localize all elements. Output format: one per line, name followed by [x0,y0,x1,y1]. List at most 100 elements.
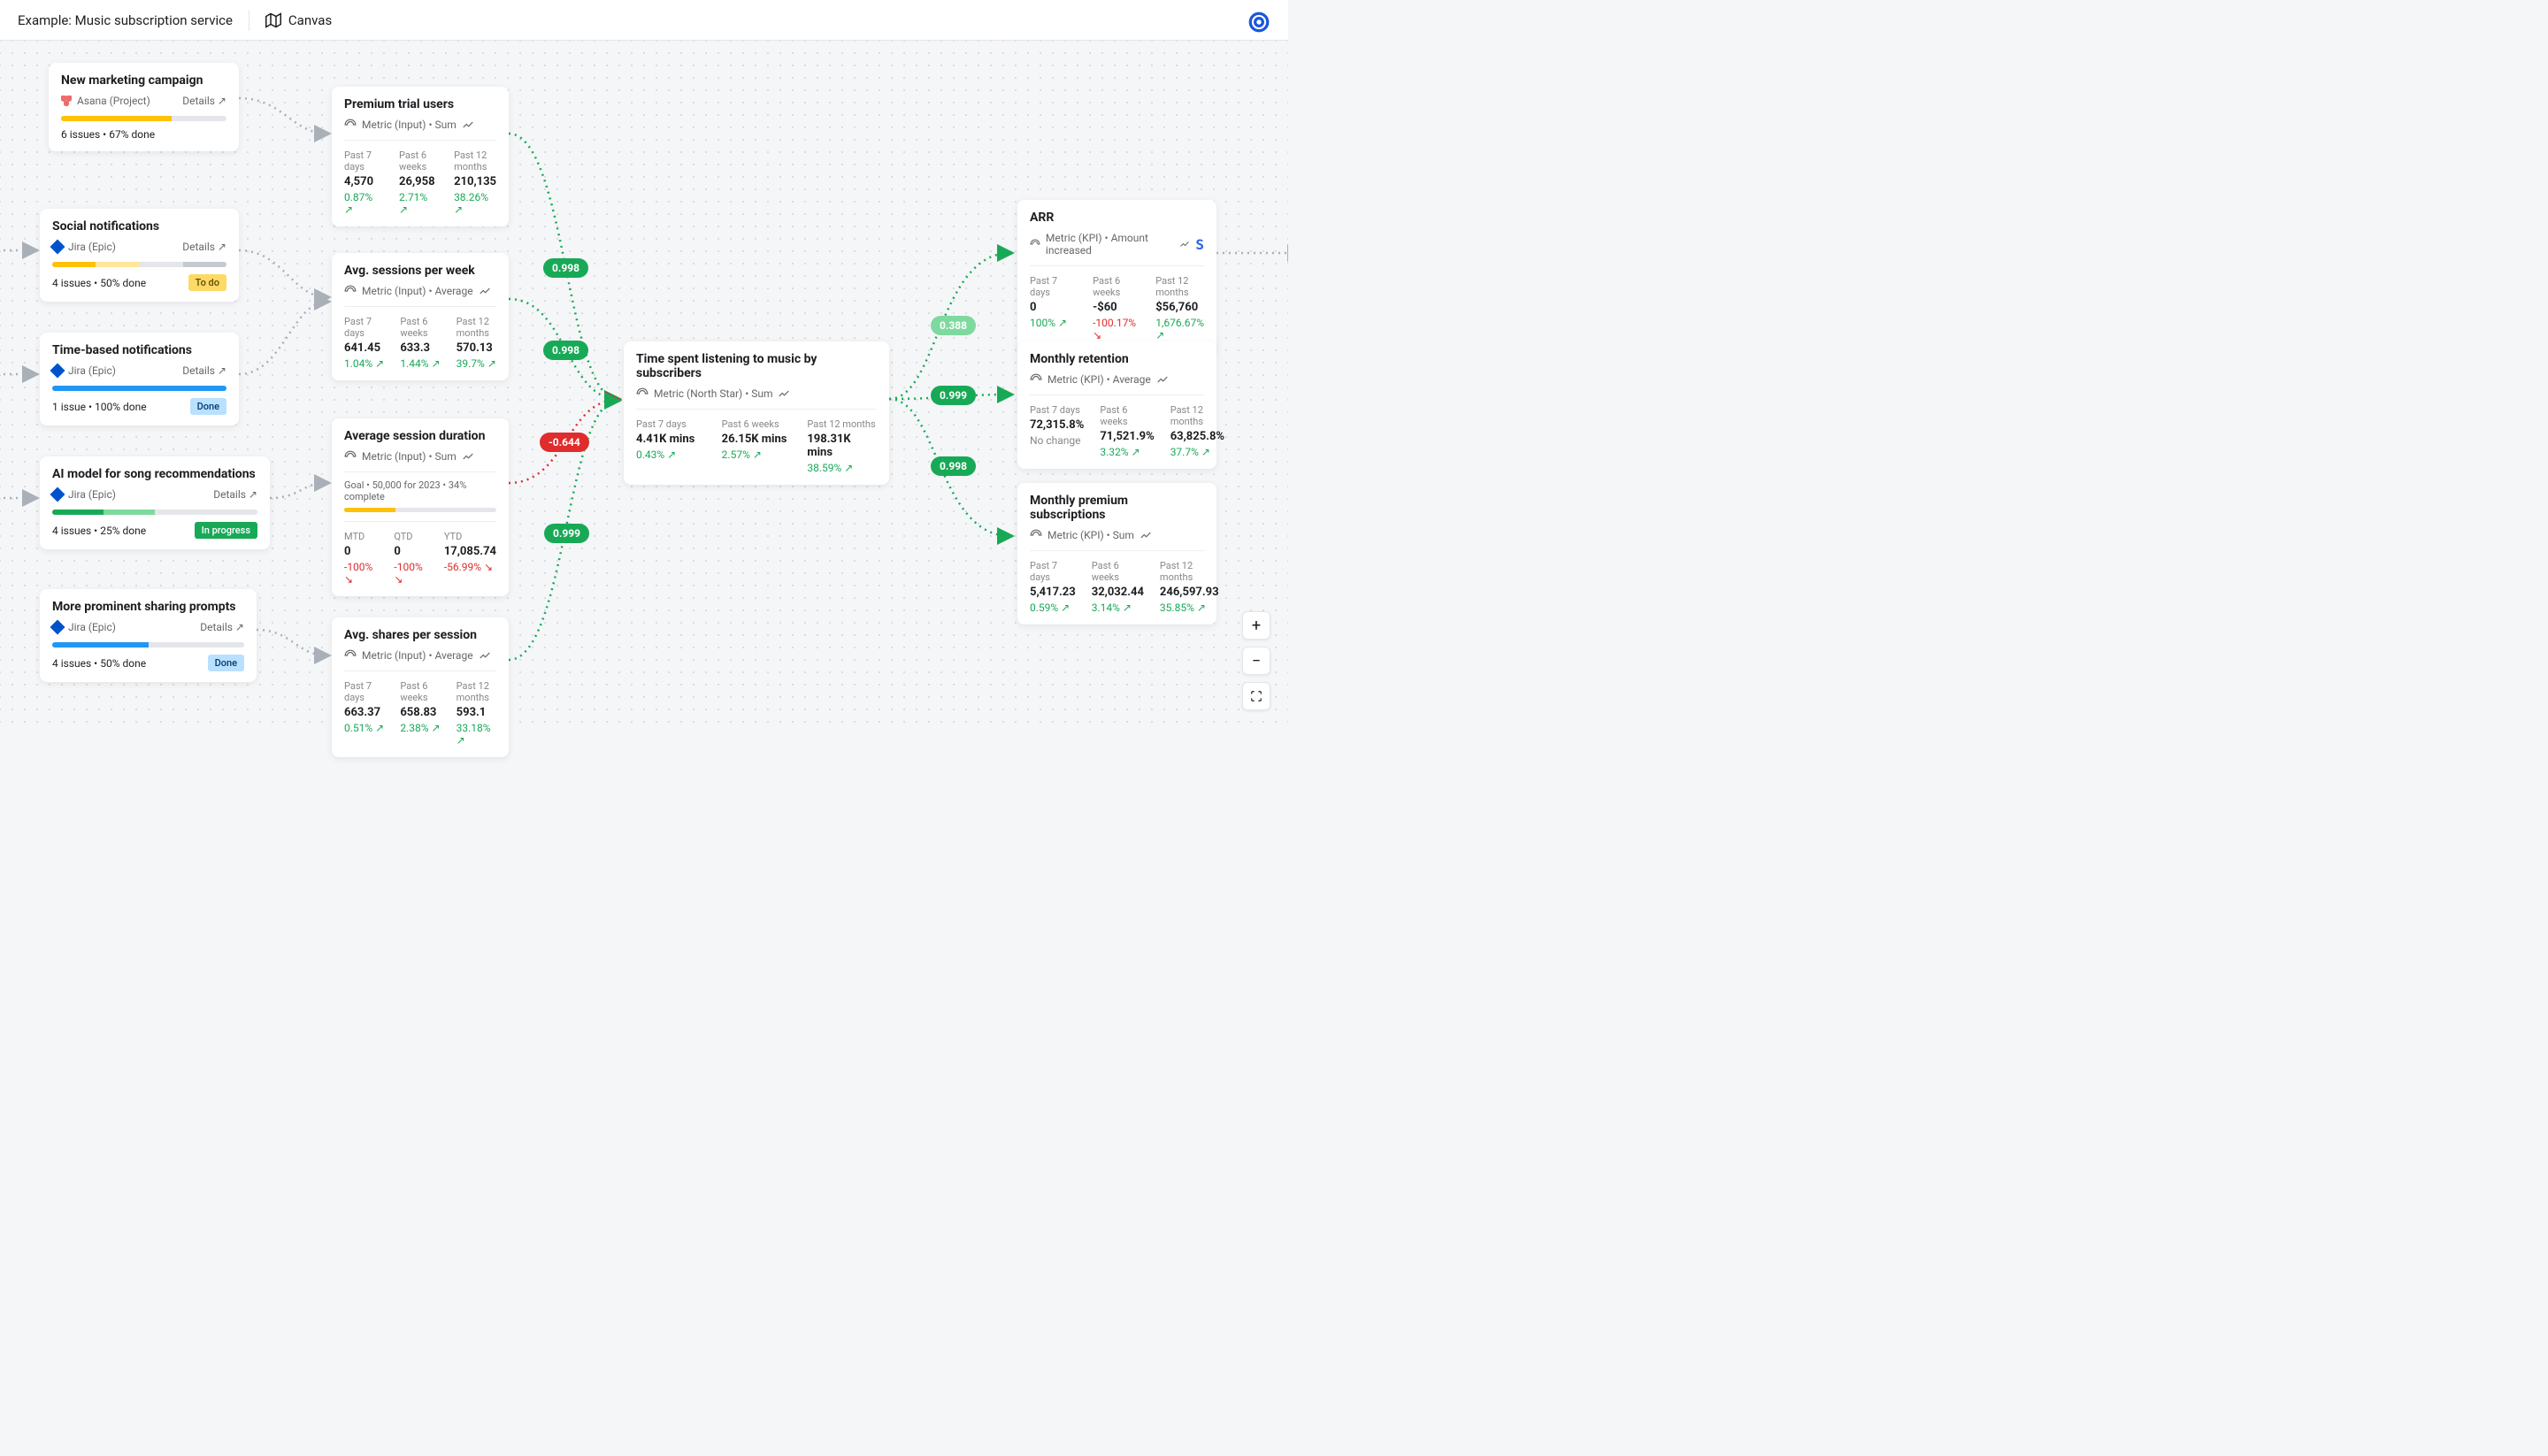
chart-icon [1156,373,1169,386]
metric-card-timespent[interactable]: Time spent listening to music by subscri… [624,341,889,485]
project-card-aimodel[interactable]: AI model for song recommendations Jira (… [40,456,270,549]
metric-value: 4.41K mins [636,433,706,446]
details-link[interactable]: Details ↗ [182,95,226,107]
metric-meta: Metric (Input) • Average [344,649,496,662]
gauge-icon [344,450,357,463]
project-card-social[interactable]: Social notifications Jira (Epic)Details … [40,209,239,302]
metric-meta: Metric (Input) • Sum [344,450,496,463]
canvas[interactable]: 0.998 0.998 -0.644 0.999 0.388 0.999 0.9… [0,41,1288,728]
correlation-badge: 0.998 [543,341,588,360]
source-label: Asana (Project) [77,95,150,107]
metric-change: 3.32% ↗ [1100,446,1154,458]
chart-icon [1179,238,1190,250]
chart-icon [778,387,790,400]
metric-change: 100% ↗ [1030,317,1077,329]
details-link[interactable]: Details ↗ [182,241,226,253]
metric-label: Past 6 weeks [399,149,438,172]
metric-label: YTD [444,531,496,542]
metric-label: Past 12 months [807,418,877,430]
metric-card-retention[interactable]: Monthly retentionMetric (KPI) • AverageP… [1017,341,1216,469]
correlation-badge: 0.999 [544,524,589,543]
card-title: Time-based notifications [52,343,226,357]
goal-text: Goal • 50,000 for 2023 • 34% complete [344,471,496,502]
metric-value: 0 [1030,301,1077,314]
gauge-icon [1030,529,1042,541]
metric-change: -100% ↘ [394,561,427,586]
metric-value: 72,315.8% [1030,418,1084,432]
metric-card-duration[interactable]: Average session durationMetric (Input) •… [332,418,509,596]
gauge-icon [636,387,649,400]
metric-value: 5,417.23 [1030,586,1076,599]
card-footer: 4 issues • 25% done [52,525,146,537]
card-title: More prominent sharing prompts [52,600,244,614]
metric-card-arr[interactable]: ARRMetric (KPI) • Amount increasedSPast … [1017,200,1216,352]
metric-change: 2.38% ↗ [400,722,440,734]
details-link[interactable]: Details ↗ [200,621,244,633]
metric-change: 1.04% ↗ [344,357,384,370]
metric-card-sessions[interactable]: Avg. sessions per weekMetric (Input) • A… [332,253,509,380]
metric-value: 32,032.44 [1092,586,1144,599]
canvas-tab[interactable]: Canvas [265,12,332,28]
zoom-out-button[interactable]: − [1242,647,1270,675]
metric-value: 641.45 [344,341,384,355]
metric-value: 0 [394,545,427,558]
metric-col: Past 12 months63,825.8%37.7% ↗ [1170,404,1224,458]
metric-value: 570.13 [457,341,496,355]
metric-label: Past 6 weeks [1092,560,1144,583]
metric-value: $56,760 [1155,301,1204,314]
metric-col: Past 7 days4,5700.87% ↗ [344,149,383,216]
card-title: Monthly premium subscriptions [1030,494,1204,522]
metric-col: Past 6 weeks633.31.44% ↗ [400,316,440,370]
metric-label: Past 7 days [344,680,384,703]
metric-label: Past 7 days [344,149,383,172]
metric-change: 1,676.67% ↗ [1155,317,1204,341]
chart-icon [1140,529,1152,541]
gauge-icon [344,119,357,131]
metric-meta: Metric (KPI) • Amount increasedS [1030,232,1204,257]
metric-col: YTD17,085.74-56.99% ↘ [444,531,496,586]
metric-label: Past 12 months [457,316,496,339]
metric-change: 1.44% ↗ [400,357,440,370]
gauge-icon [344,649,357,662]
metric-card-shares[interactable]: Avg. shares per sessionMetric (Input) • … [332,617,509,757]
metric-value: 210,135 [454,175,496,188]
status-badge: Done [190,398,226,415]
progress-bar [52,510,257,515]
metric-value: 633.3 [400,341,440,355]
metric-change: No change [1030,434,1084,447]
metric-value: 658.83 [400,706,440,719]
project-card-marketing[interactable]: New marketing campaign Asana (Project)De… [49,63,239,151]
project-card-sharing[interactable]: More prominent sharing prompts Jira (Epi… [40,589,257,682]
metric-value: -$60 [1093,301,1140,314]
metric-col: Past 6 weeks32,032.443.14% ↗ [1092,560,1144,614]
progress-bar [61,116,226,121]
fullscreen-button[interactable] [1242,682,1270,710]
source-label: Jira (Epic) [68,488,116,501]
correlation-badge: 0.998 [543,258,588,278]
metric-card-subs[interactable]: Monthly premium subscriptionsMetric (KPI… [1017,483,1216,625]
details-link[interactable]: Details ↗ [213,488,257,501]
metric-value: 198.31K mins [807,433,877,459]
metric-grid: Past 7 days0100% ↗Past 6 weeks-$60-100.1… [1030,265,1204,341]
asana-icon [61,96,72,106]
metric-col: Past 6 weeks658.832.38% ↗ [400,680,440,747]
metric-col: Past 6 weeks26.15K mins2.57% ↗ [722,418,792,474]
metric-change: 33.18% ↗ [457,722,496,747]
details-link[interactable]: Details ↗ [182,364,226,377]
logo-icon[interactable] [1247,11,1270,34]
gauge-icon [344,285,357,297]
metric-change: -56.99% ↘ [444,561,496,573]
metric-meta: Metric (Input) • Average [344,285,496,297]
card-footer: 4 issues • 50% done [52,277,146,289]
metric-card-premium[interactable]: Premium trial usersMetric (Input) • SumP… [332,87,509,226]
metric-change: 35.85% ↗ [1160,602,1219,614]
metric-value: 71,521.9% [1100,430,1154,443]
source-label: Jira (Epic) [68,241,116,253]
project-card-timebased[interactable]: Time-based notifications Jira (Epic)Deta… [40,333,239,425]
zoom-in-button[interactable]: + [1242,611,1270,640]
metric-value: 63,825.8% [1170,430,1224,443]
metric-col: Past 7 days0100% ↗ [1030,275,1077,341]
metric-change: 38.26% ↗ [454,191,496,216]
goal-bar [344,508,496,512]
progress-bar [52,262,226,267]
